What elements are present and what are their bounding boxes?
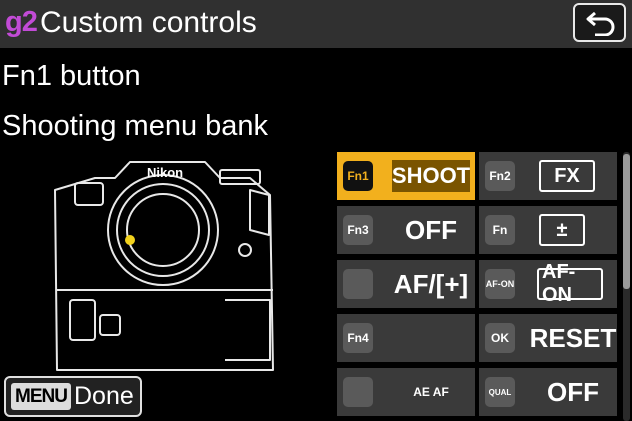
camera-illustration: Nikon [54, 161, 274, 371]
cell-value [392, 322, 470, 354]
setting-name: Fn1 button [2, 60, 141, 92]
cell-value: SHOOT [392, 160, 470, 192]
camera-brand-label: Nikon [147, 165, 183, 180]
done-label: Done [74, 382, 134, 410]
lens-fn-icon: Fn [485, 215, 515, 245]
fn2-icon: Fn2 [485, 161, 515, 191]
done-button[interactable]: MENU Done [4, 376, 142, 417]
scrollbar[interactable] [623, 152, 630, 421]
cell-value: AF/[+] [393, 268, 469, 299]
menu-code: g2 [5, 6, 38, 38]
header-bar: g2 Custom controls [0, 0, 632, 48]
grid-cell-fn3[interactable]: Fn3 OFF [337, 206, 475, 254]
cell-value: OFF [547, 376, 599, 407]
grid-cell-af-on[interactable]: AF-ON AF-ON [479, 260, 617, 308]
cell-value: RESET [529, 322, 617, 353]
controls-grid: Fn1 SHOOT Fn2 FX Fn3 OFF Fn ± AF/[+] AF-… [337, 152, 617, 421]
setting-subtitle: Shooting menu bank [2, 110, 269, 142]
cell-value: FX [539, 160, 595, 192]
menu-button-badge: MENU [11, 383, 71, 410]
af-on-icon: AF-ON [485, 269, 515, 299]
grid-cell-ok[interactable]: OK RESET [479, 314, 617, 362]
grid-cell-fn2[interactable]: Fn2 FX [479, 152, 617, 200]
grid-cell-lens-fn[interactable]: Fn ± [479, 206, 617, 254]
sub-selector-icon [343, 377, 373, 407]
scrollbar-thumb[interactable] [623, 154, 630, 289]
grid-cell-sub-selector[interactable]: AE AF [337, 368, 475, 416]
cell-value: AE AF [413, 385, 449, 399]
cell-value: AF-ON [537, 261, 603, 306]
fn4-icon: Fn4 [343, 323, 373, 353]
grid-cell-qual[interactable]: QUAL OFF [479, 368, 617, 416]
grid-cell-fn4[interactable]: Fn4 [337, 314, 475, 362]
fn3-icon: Fn3 [343, 215, 373, 245]
video-record-icon [343, 269, 373, 299]
fn1-icon: Fn1 [343, 161, 373, 191]
qual-icon: QUAL [485, 377, 515, 407]
ok-icon: OK [485, 323, 515, 353]
return-arrow-icon [586, 11, 615, 36]
back-button[interactable] [573, 3, 626, 42]
grid-cell-video-record[interactable]: AF/[+] [337, 260, 475, 308]
grid-cell-fn1[interactable]: Fn1 SHOOT [337, 152, 475, 200]
cell-value: OFF [405, 214, 457, 245]
cell-value: ± [539, 214, 585, 246]
page-title: Custom controls [40, 6, 257, 39]
